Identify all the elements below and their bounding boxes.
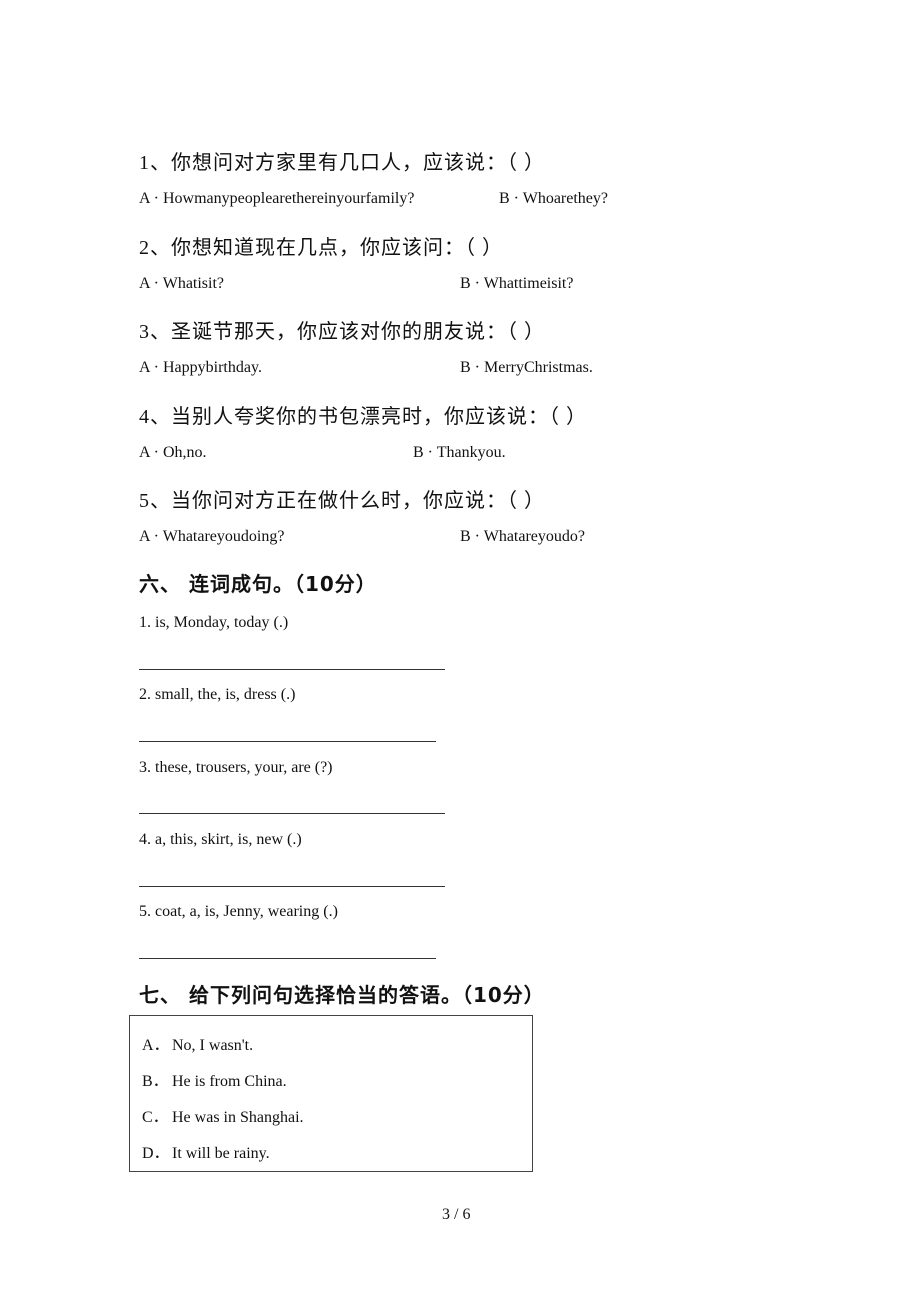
choice-text: No, I wasn't. <box>172 1037 254 1054</box>
choice-d: D． It will be rainy. <box>142 1139 270 1163</box>
choice-label: B． <box>142 1073 169 1090</box>
choice-b: B． He is from China. <box>142 1067 287 1091</box>
choice-a: A． No, I wasn't. <box>142 1031 253 1055</box>
question-3-option-a: A · Happybirthday. <box>139 359 262 376</box>
answer-line-2[interactable] <box>139 741 436 742</box>
sentence-item-4: 4. a, this, skirt, is, new (.) <box>139 831 302 848</box>
answer-line-3[interactable] <box>139 813 445 814</box>
choice-text: He was in Shanghai. <box>172 1109 304 1126</box>
choice-c: C． He was in Shanghai. <box>142 1103 304 1127</box>
answer-choices-box: A． No, I wasn't. B． He is from China. C． He… <box>129 1015 533 1172</box>
choice-text: He is from China. <box>172 1073 287 1090</box>
question-3-option-b: B · MerryChristmas. <box>460 359 593 376</box>
question-4-option-a: A · Oh,no. <box>139 444 207 461</box>
question-2-option-a: A · Whatisit? <box>139 275 225 292</box>
section-6-heading: 六、 连词成句。（10分） <box>139 572 377 596</box>
question-5-option-b: B · Whatareyoudo? <box>460 528 585 545</box>
question-4-option-b: B · Thankyou. <box>413 444 506 461</box>
question-5-option-a: A · Whatareyoudoing? <box>139 528 285 545</box>
sentence-item-3: 3. these, trousers, your, are (?) <box>139 759 333 776</box>
answer-line-4[interactable] <box>139 886 445 887</box>
choice-label: D． <box>142 1145 170 1162</box>
choice-label: C． <box>142 1109 169 1126</box>
sentence-item-5: 5. coat, a, is, Jenny, wearing (.) <box>139 903 338 920</box>
question-5-prompt: 5、当你问对方正在做什么时，你应说：（ ） <box>139 490 545 512</box>
choice-text: It will be rainy. <box>172 1145 270 1162</box>
answer-line-1[interactable] <box>139 669 445 670</box>
question-1-option-b: B · Whoarethey? <box>499 190 608 207</box>
question-2-prompt: 2、你想知道现在几点，你应该问：（ ） <box>139 237 503 259</box>
sentence-item-2: 2. small, the, is, dress (.) <box>139 686 296 703</box>
question-1-option-a: A · Howmanypeoplearethereinyourfamily? <box>139 190 415 207</box>
question-3-prompt: 3、圣诞节那天，你应该对你的朋友说：（ ） <box>139 321 545 343</box>
question-2-option-b: B · Whattimeisit? <box>460 275 574 292</box>
sentence-item-1: 1. is, Monday, today (.) <box>139 614 289 631</box>
section-7-heading: 七、 给下列问句选择恰当的答语。（10分） <box>139 983 545 1007</box>
page-number: 3 / 6 <box>442 1206 471 1223</box>
question-4-prompt: 4、当别人夸奖你的书包漂亮时，你应该说：（ ） <box>139 406 587 428</box>
question-1-prompt: 1、你想问对方家里有几口人，应该说：（ ） <box>139 152 545 174</box>
answer-line-5[interactable] <box>139 958 436 959</box>
choice-label: A． <box>142 1037 170 1054</box>
